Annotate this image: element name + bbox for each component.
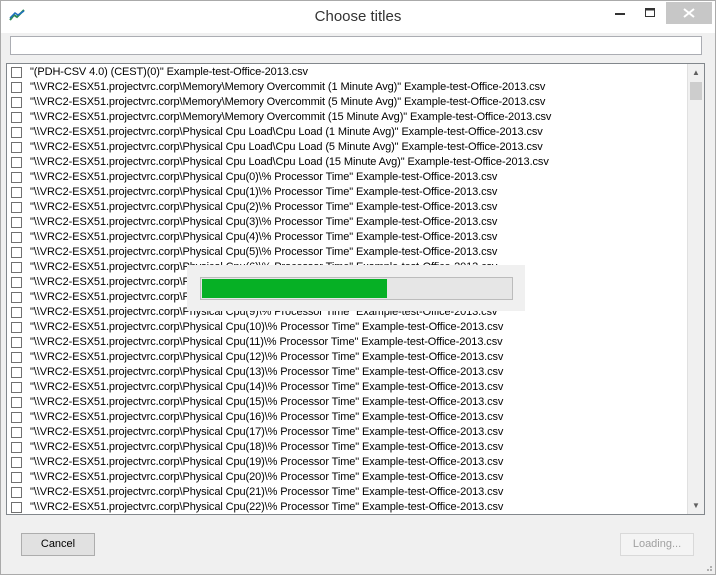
list-item-label: "\\VRC2-ESX51.projectvrc.corp\Physical C… [30,501,504,513]
list-item-label: "\\VRC2-ESX51.projectvrc.corp\Physical C… [30,231,498,243]
scroll-down-arrow-icon[interactable]: ▼ [688,497,704,514]
list-item-checkbox[interactable] [11,367,22,378]
list-item-checkbox[interactable] [11,352,22,363]
loading-progress-bar [200,277,513,300]
list-item-label: "\\VRC2-ESX51.projectvrc.corp\Physical C… [30,156,549,168]
list-item-label: "\\VRC2-ESX51.projectvrc.corp\Physical C… [30,411,504,423]
list-item-checkbox[interactable] [11,142,22,153]
list-item-label: "\\VRC2-ESX51.projectvrc.corp\Physical C… [30,141,543,153]
close-button[interactable] [666,2,712,24]
loading-button[interactable]: Loading... [620,533,694,556]
list-item-label: "\\VRC2-ESX51.projectvrc.corp\Physical C… [30,486,504,498]
list-item-label: "\\VRC2-ESX51.projectvrc.corp\Physical C… [30,471,504,483]
close-icon [683,8,695,18]
list-item-label: "\\VRC2-ESX51.projectvrc.corp\Memory\Mem… [30,96,546,108]
list-item-checkbox[interactable] [11,442,22,453]
vertical-scrollbar[interactable]: ▲ ▼ [687,64,704,514]
list-item-label: "\\VRC2-ESX51.projectvrc.corp\Physical C… [30,171,498,183]
list-item-checkbox[interactable] [11,262,22,273]
list-item-label: "\\VRC2-ESX51.projectvrc.corp\Physical C… [30,351,504,363]
scrollbar-thumb[interactable] [690,82,702,100]
list-item-label: "\\VRC2-ESX51.projectvrc.corp\Physical C… [30,246,498,258]
loading-overlay [187,265,525,311]
list-item-checkbox[interactable] [11,322,22,333]
list-item-label: "\\VRC2-ESX51.projectvrc.corp\Physical C… [30,441,504,453]
list-item-label: "(PDH-CSV 4.0) (CEST)(0)" Example-test-O… [30,66,308,78]
list-item-checkbox[interactable] [11,97,22,108]
list-item-label: "\\VRC2-ESX51.projectvrc.corp\Memory\Mem… [30,81,546,93]
resize-grip-icon[interactable] [703,562,713,572]
choose-titles-dialog: Choose titles "(PDH-CSV 4.0) (CEST)(0)" … [0,0,716,575]
list-item-checkbox[interactable] [11,307,22,318]
list-item-label: "\\VRC2-ESX51.projectvrc.corp\Physical C… [30,186,498,198]
list-item-checkbox[interactable] [11,187,22,198]
title-bar[interactable]: Choose titles [1,1,715,33]
list-item-checkbox[interactable] [11,277,22,288]
list-item-label: "\\VRC2-ESX51.projectvrc.corp\Physical C… [30,381,504,393]
filter-input[interactable] [10,36,702,55]
list-item-checkbox[interactable] [11,232,22,243]
list-item-label: "\\VRC2-ESX51.projectvrc.corp\Physical C… [30,336,503,348]
list-item-checkbox[interactable] [11,247,22,258]
maximize-icon [645,8,655,17]
list-item-checkbox[interactable] [11,382,22,393]
list-item-label: "\\VRC2-ESX51.projectvrc.corp\Physical C… [30,456,504,468]
list-item-checkbox[interactable] [11,427,22,438]
list-item-label: "\\VRC2-ESX51.projectvrc.corp\Physical C… [30,426,504,438]
list-item-checkbox[interactable] [11,67,22,78]
list-item-checkbox[interactable] [11,337,22,348]
cancel-button[interactable]: Cancel [21,533,95,556]
list-item-checkbox[interactable] [11,127,22,138]
list-item-checkbox[interactable] [11,112,22,123]
progress-fill [202,279,387,298]
list-item-label: "\\VRC2-ESX51.projectvrc.corp\Physical C… [30,366,504,378]
list-item-checkbox[interactable] [11,412,22,423]
list-item-label: "\\VRC2-ESX51.projectvrc.corp\Physical C… [30,216,498,228]
list-item-label: "\\VRC2-ESX51.projectvrc.corp\Physical C… [30,396,504,408]
list-item-label: "\\VRC2-ESX51.projectvrc.corp\Physical C… [30,201,498,213]
minimize-button[interactable] [605,2,635,24]
maximize-button[interactable] [635,2,665,24]
list-item-checkbox[interactable] [11,172,22,183]
list-item-checkbox[interactable] [11,82,22,93]
list-item-checkbox[interactable] [11,457,22,468]
list-item-checkbox[interactable] [11,472,22,483]
list-item-checkbox[interactable] [11,157,22,168]
list-item-checkbox[interactable] [11,502,22,513]
list-item-label: "\\VRC2-ESX51.projectvrc.corp\Physical C… [30,126,543,138]
list-item-checkbox[interactable] [11,487,22,498]
list-item-checkbox[interactable] [11,217,22,228]
list-item-checkbox[interactable] [11,292,22,303]
list-item-checkbox[interactable] [11,397,22,408]
scroll-up-arrow-icon[interactable]: ▲ [688,64,704,81]
minimize-icon [615,13,625,15]
list-item-label: "\\VRC2-ESX51.projectvrc.corp\Memory\Mem… [30,111,552,123]
list-item-checkbox[interactable] [11,202,22,213]
list-item-label: "\\VRC2-ESX51.projectvrc.corp\Physical C… [30,321,504,333]
